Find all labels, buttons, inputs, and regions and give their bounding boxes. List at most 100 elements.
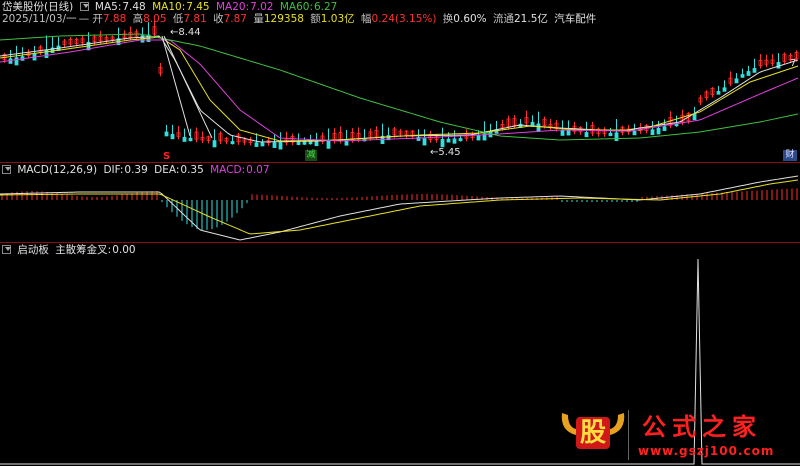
dropdown-icon[interactable] bbox=[2, 165, 11, 174]
candle-body bbox=[560, 129, 565, 136]
amount-label: 额 bbox=[310, 13, 321, 25]
candle-body bbox=[608, 132, 613, 136]
float-label: 流通 bbox=[493, 13, 514, 25]
signal-header: 启动板 主散筹金叉:0.00 bbox=[2, 244, 139, 256]
candle-body bbox=[188, 137, 193, 142]
signal-pane[interactable]: 启动板 主散筹金叉:0.00 股 公式之家 www.gszj100.com bbox=[0, 242, 800, 466]
high-value: 8.05 bbox=[143, 13, 167, 25]
industry-value: 汽车配件 bbox=[554, 13, 597, 25]
reduction-marker[interactable]: 减 bbox=[305, 150, 317, 161]
candle-body bbox=[422, 138, 427, 146]
ma5-label: MA5: bbox=[94, 1, 122, 13]
ma10-label: MA10: bbox=[152, 1, 186, 13]
dea-value: 0.35 bbox=[180, 164, 204, 176]
watermark-logo: 股 bbox=[558, 409, 628, 453]
candle-body bbox=[776, 62, 781, 69]
low-price-annotation: ←5.45 bbox=[430, 147, 461, 158]
trend-line bbox=[161, 35, 191, 137]
candle-body bbox=[722, 87, 727, 92]
candle-body bbox=[752, 68, 757, 73]
watermark-char: 股 bbox=[579, 418, 606, 448]
signal-line-value: 0.00 bbox=[112, 244, 136, 256]
candle-body bbox=[212, 140, 217, 148]
turnover-value: 0.60% bbox=[453, 13, 487, 25]
macd-pane[interactable]: MACD(12,26,9) DIF:0.39 DEA:0.35 MACD:0.0… bbox=[0, 162, 800, 242]
dropdown-icon[interactable] bbox=[79, 2, 89, 11]
trend-line bbox=[163, 35, 213, 139]
candle-body bbox=[716, 91, 721, 95]
vol-label: 量 bbox=[253, 13, 264, 25]
candle-body bbox=[734, 78, 739, 84]
candle-body bbox=[44, 49, 49, 59]
candle-body bbox=[614, 132, 619, 142]
ma20-label: MA20: bbox=[215, 1, 250, 13]
candle-body bbox=[452, 138, 457, 144]
candle-body bbox=[260, 142, 265, 147]
candle-body bbox=[566, 130, 571, 136]
dea-line bbox=[0, 179, 799, 235]
dea-label: DEA: bbox=[154, 164, 180, 176]
price-chart-pane[interactable]: 岱美股份(日线) MA5:7.48 MA10:7.45 MA20:7.02 MA… bbox=[0, 0, 800, 162]
candle-body bbox=[296, 141, 301, 145]
candle-body bbox=[254, 142, 259, 147]
vol-value: 129358 bbox=[263, 13, 304, 25]
ma60-label: MA60: bbox=[279, 1, 313, 13]
low-label: 低 bbox=[172, 13, 184, 25]
signal-line-label: 主散筹金叉: bbox=[55, 244, 112, 256]
macd-title: MACD(12,26,9) bbox=[17, 164, 98, 176]
dif-label: DIF: bbox=[103, 164, 124, 176]
macd-header: MACD(12,26,9) DIF:0.39 DEA:0.35 MACD:0.0… bbox=[2, 164, 273, 176]
watermark-url: www.gszj100.com bbox=[638, 444, 775, 458]
candle-body bbox=[326, 140, 331, 149]
low-value: 7.81 bbox=[183, 13, 207, 25]
watermark-separator bbox=[628, 410, 629, 460]
candle-body bbox=[632, 130, 637, 136]
high-label: 高 bbox=[132, 13, 144, 25]
ma5-value: 7.48 bbox=[122, 1, 146, 13]
dif-line bbox=[0, 175, 799, 241]
candle-body bbox=[446, 138, 451, 143]
dash: — bbox=[78, 13, 90, 25]
candle-body bbox=[440, 139, 445, 148]
candle-body bbox=[536, 123, 541, 132]
red-event-marker[interactable]: S bbox=[163, 151, 170, 162]
low-price-mark: 5.45 bbox=[438, 147, 461, 158]
candle-body bbox=[302, 141, 307, 145]
change-label: 幅 bbox=[361, 13, 372, 25]
macd-value: 0.07 bbox=[246, 164, 270, 176]
candle-body bbox=[692, 113, 697, 121]
dropdown-icon[interactable] bbox=[2, 245, 11, 254]
float-value: 21.5亿 bbox=[514, 13, 548, 25]
candle-body bbox=[650, 129, 655, 136]
finance-marker[interactable]: 财 bbox=[783, 150, 797, 161]
quote-date: 2025/11/03/一 bbox=[2, 13, 77, 25]
high-price-annotation: ←8.44 bbox=[170, 27, 201, 38]
candle-body bbox=[584, 132, 589, 138]
candle-body bbox=[272, 142, 277, 148]
candle-body bbox=[164, 131, 169, 137]
change-value: 0.24(3.15%) bbox=[371, 13, 437, 25]
candle-body bbox=[278, 142, 283, 150]
macd-label: MACD: bbox=[210, 164, 246, 176]
candle-body bbox=[662, 126, 667, 131]
amount-value: 1.03亿 bbox=[320, 13, 355, 25]
candle-body bbox=[656, 127, 661, 135]
high-price-mark: 8.44 bbox=[178, 27, 201, 38]
candle-body bbox=[314, 140, 319, 147]
close-value: 7.87 bbox=[223, 13, 247, 25]
candle-body bbox=[14, 57, 19, 66]
candle-body bbox=[746, 71, 751, 76]
candle-body bbox=[476, 135, 481, 141]
stock-name: 岱美股份(日线) bbox=[2, 1, 74, 13]
candle-body bbox=[182, 136, 187, 142]
ma-header: 岱美股份(日线) MA5:7.48 MA10:7.45 MA20:7.02 MA… bbox=[2, 1, 340, 13]
ma20-value: 7.02 bbox=[250, 1, 274, 13]
close-label: 收 bbox=[213, 13, 224, 25]
dif-value: 0.39 bbox=[124, 164, 148, 176]
open-label: 开 bbox=[92, 13, 103, 25]
signal-title: 启动板 bbox=[17, 244, 49, 256]
candle-body bbox=[740, 74, 745, 78]
ma10-value: 7.45 bbox=[186, 1, 210, 13]
turnover-label: 换 bbox=[442, 13, 454, 25]
watermark-title: 公式之家 bbox=[642, 412, 762, 441]
